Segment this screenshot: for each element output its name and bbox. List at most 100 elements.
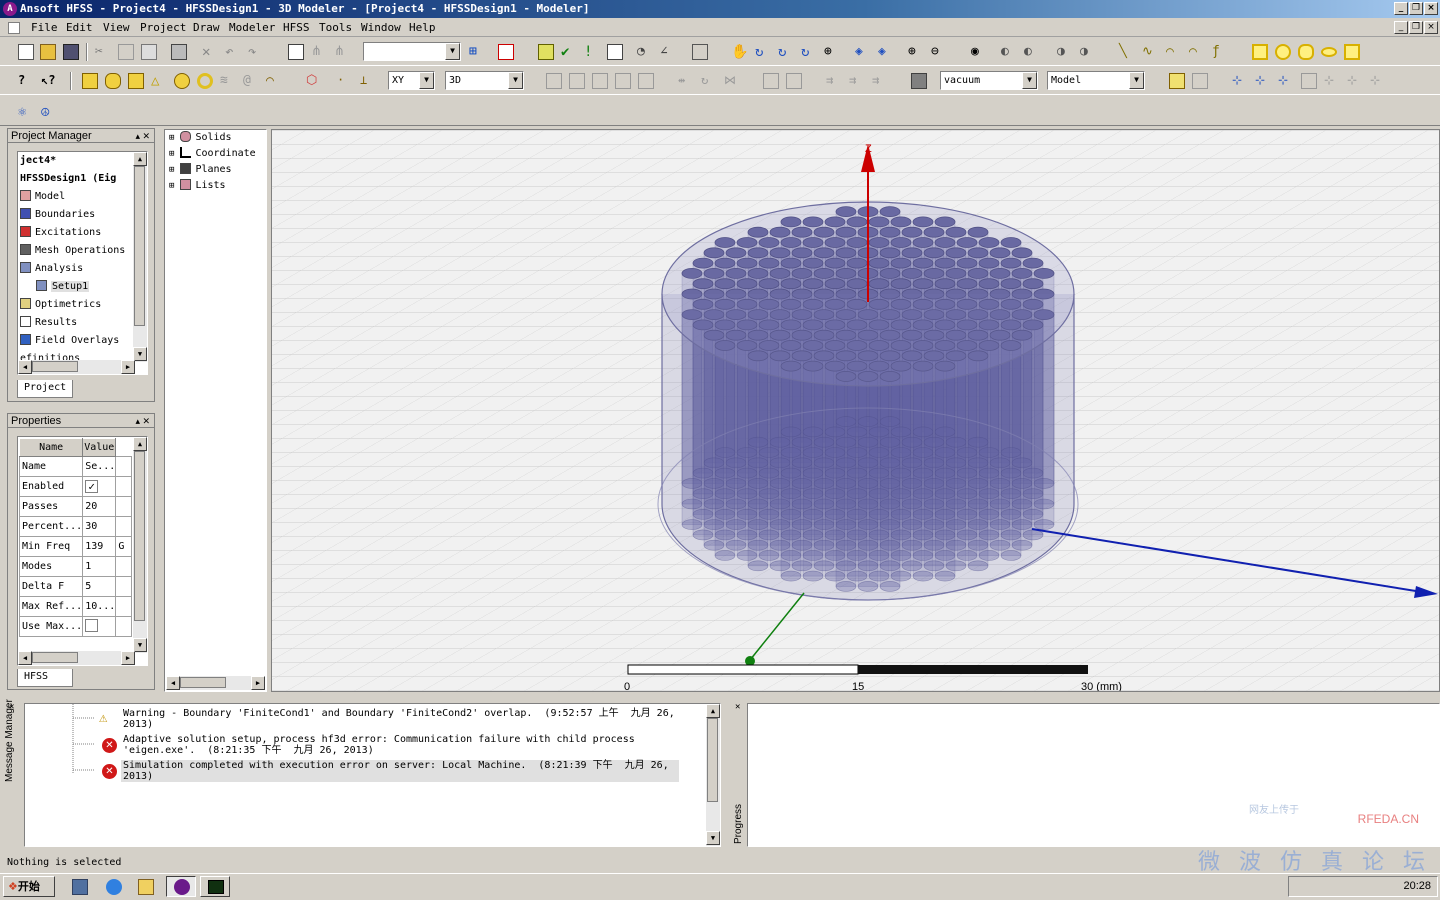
context-help-icon[interactable]: ↖? [41,73,57,89]
subtract-icon[interactable] [569,73,585,89]
undo-icon[interactable]: ↶ [225,44,241,60]
model-tree-hscroll[interactable]: ◀ ▶ [166,676,265,690]
hide-icon[interactable]: ◐ [1001,44,1017,60]
material-icon[interactable]: ⬡ [306,73,322,89]
selection-combo[interactable]: ▼ [363,42,461,61]
menu-modeler[interactable]: Modeler [229,21,275,34]
message-warning[interactable]: Warning - Boundary 'FiniteCond1' and Bou… [123,708,675,730]
redo-icon[interactable]: ↷ [248,44,264,60]
properties-hscroll[interactable]: ◀ ▶ [18,651,135,665]
draw-arc3-icon[interactable]: ⌒ [1189,44,1205,60]
drawing-plane-select[interactable]: XY ▼ [388,71,435,90]
tree-solids[interactable]: ⊞ Solids [169,130,232,146]
coordinate-system-icon[interactable]: ⊹ [1232,73,1248,89]
taskbar-console-button[interactable] [200,876,230,897]
taskbar-hfss-button[interactable] [166,876,196,897]
wireframe-icon[interactable]: ◑ [1080,44,1096,60]
face-cs-icon[interactable]: ⊹ [1278,73,1294,89]
mdi-restore-button[interactable]: ❐ [1409,21,1423,34]
mdi-close-button[interactable]: × [1424,21,1438,34]
drawing-mode-select[interactable]: 3D ▼ [445,71,524,90]
duplicate-mirror-icon[interactable]: ⇉ [872,73,888,89]
tree-results[interactable]: Results [20,315,77,331]
relative-cs-icon[interactable]: ⊹ [1255,73,1271,89]
draw-cone-icon[interactable]: △ [151,73,167,89]
view-icon[interactable]: ◉ [971,44,987,60]
tab-hfss[interactable]: HFSS [17,669,73,687]
draw-sphere-icon[interactable] [174,73,190,89]
draw-ellipse-icon[interactable] [1321,44,1337,60]
open-folder-icon[interactable] [40,44,56,60]
tree-planes[interactable]: ⊞ Planes [169,162,232,178]
draw-torus-icon[interactable] [197,73,213,89]
cs-offset-icon[interactable] [1301,73,1317,89]
document-icon[interactable] [8,22,20,34]
analyze-icon[interactable]: ! [584,44,600,60]
fit-all-icon[interactable]: ◈ [855,44,871,60]
rotate-object-icon[interactable]: ↻ [701,73,717,89]
draw-cylinder-icon[interactable] [105,73,121,89]
message-error-simulation[interactable]: Simulation completed with execution erro… [121,760,679,782]
draw-helix-icon[interactable]: ≋ [220,73,236,89]
minimize-button[interactable]: _ [1394,2,1408,15]
draw-spiral-icon[interactable]: @ [243,73,259,89]
prop-modes-value[interactable]: 1 [82,556,117,577]
copy-icon[interactable] [118,44,134,60]
check-icon[interactable]: ✔ [561,44,577,60]
material-assign-icon[interactable] [911,73,927,89]
draw-bondwire-icon[interactable]: ⌒ [266,73,282,89]
cs-global-icon[interactable]: ⊹ [1370,73,1386,89]
menu-view[interactable]: View [103,21,130,34]
start-button[interactable]: ❖开始 [3,876,55,897]
print-icon[interactable] [171,44,187,60]
prop-passes-value[interactable]: 20 [82,496,117,517]
project-tree-hscroll[interactable]: ◀ ▶ [18,360,135,374]
show-desktop-icon[interactable] [72,879,88,895]
prop-enabled-checkbox[interactable]: ✓ [82,476,117,497]
tree-coordinate[interactable]: ⊞ Coordinate [169,146,256,162]
draw-regular-polyhedron-icon[interactable] [128,73,144,89]
tree-boundaries[interactable]: Boundaries [20,207,95,223]
select-mode-icon[interactable] [288,44,304,60]
menu-project[interactable]: Project [140,21,186,34]
zoom-in-icon[interactable]: ⊕ [908,44,924,60]
duplicate-line-icon[interactable]: ⇉ [826,73,842,89]
rotate-icon[interactable]: ↻ [755,44,771,60]
duplicate-axis-icon[interactable]: ⇉ [849,73,865,89]
thicken-icon[interactable] [786,73,802,89]
save-icon[interactable] [63,44,79,60]
plane-icon[interactable]: ⊥ [360,73,376,89]
progress-close-icon[interactable]: ✕ [735,702,740,712]
draw-polygon-icon[interactable] [1298,44,1314,60]
measure-icon[interactable]: ⊞ [469,44,485,60]
imprint-icon[interactable] [638,73,654,89]
explorer-icon[interactable] [138,879,154,895]
pan-icon[interactable]: ✋ [731,44,748,60]
mdi-minimize-button[interactable]: _ [1394,21,1408,34]
draw-spline-icon[interactable]: ∿ [1142,44,1158,60]
tree-setup1[interactable]: Setup1 [36,279,90,295]
sweep-icon[interactable] [763,73,779,89]
validate-icon[interactable] [498,44,514,60]
zoom-out-icon[interactable]: ⊖ [931,44,947,60]
draw-box-icon[interactable] [82,73,98,89]
properties-vscroll[interactable]: ▲ ▼ [133,437,147,653]
draw-circle-icon[interactable] [1275,44,1291,60]
draw-region-icon[interactable] [1344,44,1360,60]
tree-analysis[interactable]: Analysis [20,261,83,277]
menu-hfss[interactable]: HFSS [283,21,310,34]
prop-percent-value[interactable]: 30 [82,516,117,537]
tree-field-overlays[interactable]: Field Overlays [20,333,119,349]
rotate-screen-icon[interactable]: ↻ [801,44,817,60]
viewport-canvas[interactable]: Z 0 15 30 (mm) [272,130,1440,692]
tree-design[interactable]: HFSSDesign1 (Eig [20,171,116,187]
ungroup-icon[interactable] [1192,73,1208,89]
tree-optimetrics[interactable]: Optimetrics [20,297,101,313]
draw-equation-icon[interactable]: ƒ [1212,44,1228,60]
menu-draw[interactable]: Draw [193,21,220,34]
mirror-icon[interactable]: ⋈ [724,73,740,89]
point-icon[interactable]: · [337,73,353,89]
modeler-viewport[interactable]: Z 0 15 30 (mm) [271,129,1440,692]
prop-delta-f-value[interactable]: 5 [82,576,117,597]
fit-selection-icon[interactable]: ◈ [878,44,894,60]
